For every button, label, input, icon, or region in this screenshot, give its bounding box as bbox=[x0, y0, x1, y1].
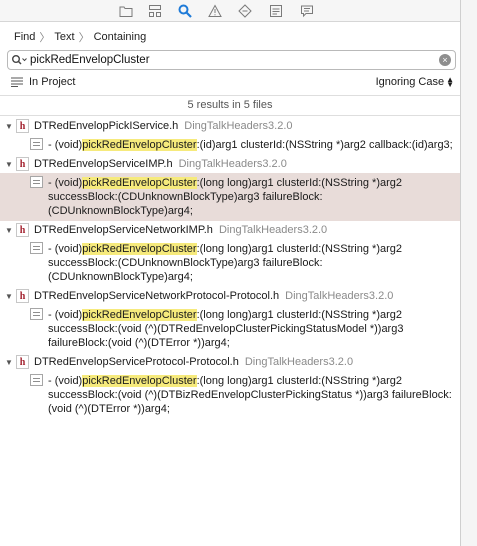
match-text: - (void)pickRedEnvelopCluster:(long long… bbox=[48, 309, 403, 349]
match-prefix: - (void) bbox=[48, 139, 83, 151]
result-file-group: ▼ h DTRedEnvelopServiceProtocol-Protocol… bbox=[0, 353, 460, 419]
disclosure-triangle-icon[interactable]: ▼ bbox=[4, 358, 14, 367]
chevron-right-icon: 〉 bbox=[39, 32, 51, 44]
find-match-selector[interactable]: Containing bbox=[94, 31, 147, 43]
disclosure-triangle-icon[interactable]: ▼ bbox=[4, 122, 14, 131]
scope-icon bbox=[11, 77, 23, 87]
file-project: DingTalkHeaders3.2.0 bbox=[244, 356, 354, 368]
find-mode-selector[interactable]: Find bbox=[14, 31, 35, 43]
results-summary: 5 results in 5 files bbox=[0, 95, 460, 116]
match-text: - (void)pickRedEnvelopCluster:(long long… bbox=[48, 177, 402, 217]
search-icon[interactable] bbox=[177, 3, 193, 19]
disclosure-triangle-icon[interactable]: ▼ bbox=[4, 160, 14, 169]
match-row[interactable]: - (void)pickRedEnvelopCluster:(long long… bbox=[0, 305, 460, 353]
scope-row: In Project Ignoring Case ▲ ▼ bbox=[0, 74, 460, 92]
clear-search-icon[interactable]: × bbox=[439, 54, 451, 66]
disclosure-triangle-icon[interactable]: ▼ bbox=[4, 292, 14, 301]
file-row[interactable]: ▼ h DTRedEnvelopPickIService.h DingTalkH… bbox=[0, 117, 460, 135]
warning-icon[interactable] bbox=[207, 3, 223, 19]
header-file-icon: h bbox=[16, 289, 29, 303]
chevron-right-icon: 〉 bbox=[78, 32, 90, 44]
match-prefix: - (void) bbox=[48, 243, 83, 255]
hierarchy-icon[interactable] bbox=[147, 3, 163, 19]
match-highlight: pickRedEnvelopCluster bbox=[82, 139, 197, 151]
file-row[interactable]: ▼ h DTRedEnvelopServiceProtocol-Protocol… bbox=[0, 353, 460, 371]
match-text: - (void)pickRedEnvelopCluster:(long long… bbox=[48, 243, 402, 283]
scope-selector[interactable]: In Project bbox=[11, 76, 75, 88]
header-file-icon: h bbox=[16, 355, 29, 369]
disclosure-triangle-icon[interactable]: ▼ bbox=[4, 226, 14, 235]
text-match-icon bbox=[30, 242, 43, 254]
text-match-icon bbox=[30, 308, 43, 320]
file-project: DingTalkHeaders3.2.0 bbox=[178, 158, 287, 170]
text-match-icon bbox=[30, 138, 43, 150]
match-highlight: pickRedEnvelopCluster bbox=[82, 177, 197, 189]
find-mode-label: Find bbox=[14, 31, 36, 43]
match-highlight: pickRedEnvelopCluster bbox=[82, 375, 197, 387]
search-field: × bbox=[7, 50, 456, 70]
navigator-toolbar bbox=[0, 0, 460, 22]
file-name: DTRedEnvelopPickIService.h bbox=[34, 120, 179, 132]
match-prefix: - (void) bbox=[48, 375, 83, 387]
scope-label: In Project bbox=[29, 76, 76, 88]
match-suffix: :(id)arg1 clusterId:(NSString *)arg2 cal… bbox=[196, 139, 453, 151]
search-input[interactable] bbox=[30, 54, 420, 66]
find-match-label: Containing bbox=[93, 31, 147, 43]
match-row[interactable]: - (void)pickRedEnvelopCluster:(long long… bbox=[0, 239, 460, 287]
diamond-icon[interactable] bbox=[237, 3, 253, 19]
result-file-group: ▼ h DTRedEnvelopServiceNetworkIMP.h Ding… bbox=[0, 221, 460, 287]
results-list: ▼ h DTRedEnvelopPickIService.h DingTalkH… bbox=[0, 117, 460, 419]
file-name: DTRedEnvelopServiceProtocol-Protocol.h bbox=[34, 356, 239, 368]
file-project: DingTalkHeaders3.2.0 bbox=[218, 224, 328, 236]
case-sensitivity-selector[interactable]: Ignoring Case ▲ ▼ bbox=[375, 75, 454, 89]
list-icon[interactable] bbox=[268, 3, 284, 19]
match-row[interactable]: - (void)pickRedEnvelopCluster:(id)arg1 c… bbox=[0, 135, 460, 155]
file-name: DTRedEnvelopServiceNetworkIMP.h bbox=[34, 224, 213, 236]
result-file-group: ▼ h DTRedEnvelopServiceNetworkProtocol-P… bbox=[0, 287, 460, 353]
match-text: - (void)pickRedEnvelopCluster:(id)arg1 c… bbox=[48, 139, 453, 151]
file-project: DingTalkHeaders3.2.0 bbox=[184, 120, 293, 132]
find-kind-selector[interactable]: Text bbox=[54, 31, 74, 43]
editor-edge bbox=[460, 0, 477, 546]
find-navigator: Find 〉 Text 〉 Containing × In Project Ig… bbox=[0, 0, 460, 546]
match-prefix: - (void) bbox=[48, 309, 83, 321]
file-project: DingTalkHeaders3.2.0 bbox=[285, 290, 394, 302]
header-file-icon: h bbox=[16, 157, 29, 171]
match-row[interactable]: - (void)pickRedEnvelopCluster:(long long… bbox=[0, 371, 460, 419]
file-row[interactable]: ▼ h DTRedEnvelopServiceNetworkProtocol-P… bbox=[0, 287, 460, 305]
file-name: DTRedEnvelopServiceNetworkProtocol-Proto… bbox=[34, 290, 280, 302]
match-row-selected[interactable]: - (void)pickRedEnvelopCluster:(long long… bbox=[0, 173, 460, 221]
case-sensitivity-label: Ignoring Case bbox=[375, 76, 445, 88]
file-row[interactable]: ▼ h DTRedEnvelopServiceIMP.h DingTalkHea… bbox=[0, 155, 460, 173]
comment-icon[interactable] bbox=[299, 3, 315, 19]
up-down-chevron-icon: ▲ ▼ bbox=[446, 75, 454, 89]
file-name: DTRedEnvelopServiceIMP.h bbox=[34, 158, 173, 170]
header-file-icon: h bbox=[16, 223, 29, 237]
file-row[interactable]: ▼ h DTRedEnvelopServiceNetworkIMP.h Ding… bbox=[0, 221, 460, 239]
folder-icon[interactable] bbox=[118, 3, 134, 19]
match-prefix: - (void) bbox=[48, 177, 83, 189]
text-match-icon bbox=[30, 374, 43, 386]
find-kind-label: Text bbox=[54, 31, 75, 43]
result-file-group: ▼ h DTRedEnvelopServiceIMP.h DingTalkHea… bbox=[0, 155, 460, 221]
find-path-bar: Find 〉 Text 〉 Containing bbox=[0, 27, 460, 47]
match-highlight: pickRedEnvelopCluster bbox=[82, 243, 197, 255]
match-highlight: pickRedEnvelopCluster bbox=[82, 309, 197, 321]
header-file-icon: h bbox=[16, 119, 29, 133]
result-file-group: ▼ h DTRedEnvelopPickIService.h DingTalkH… bbox=[0, 117, 460, 155]
search-options-icon[interactable] bbox=[8, 54, 30, 66]
text-match-icon bbox=[30, 176, 43, 188]
match-text: - (void)pickRedEnvelopCluster:(long long… bbox=[48, 375, 452, 415]
